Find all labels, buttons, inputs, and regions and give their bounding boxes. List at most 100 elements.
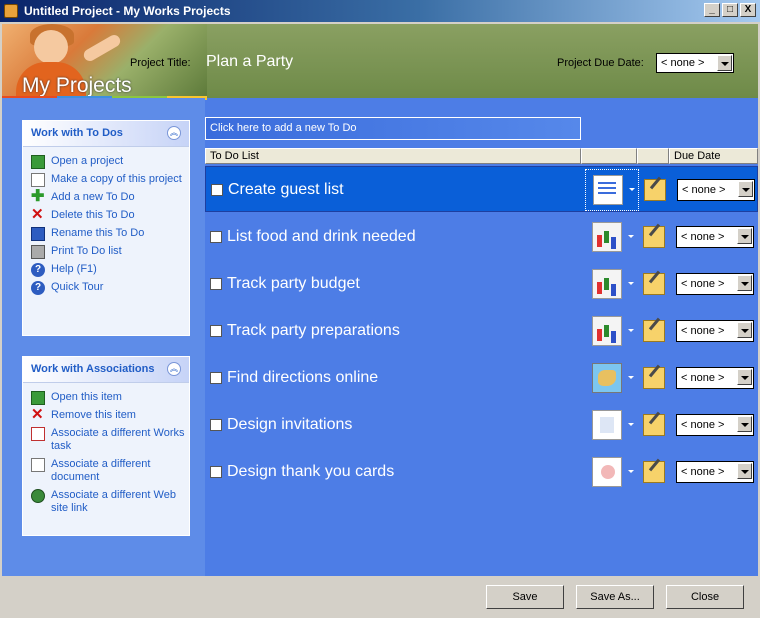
column-header-todo[interactable]: To Do List bbox=[205, 148, 581, 164]
delete-todo-label: Delete this To Do bbox=[51, 209, 135, 221]
todo-title[interactable]: Find directions online bbox=[227, 369, 378, 387]
chart-icon[interactable] bbox=[592, 222, 622, 252]
todo-row[interactable]: Design invitations < none > bbox=[205, 402, 758, 448]
todo-title[interactable]: Track party budget bbox=[227, 275, 360, 293]
todo-due-select[interactable]: < none > bbox=[676, 273, 754, 295]
todo-due-select[interactable]: < none > bbox=[676, 461, 754, 483]
new-todo-placeholder: Click here to add a new To Do bbox=[210, 122, 357, 134]
todo-due-select[interactable]: < none > bbox=[676, 226, 754, 248]
associate-document-label: Associate a different document bbox=[51, 458, 151, 483]
column-header-due[interactable]: Due Date bbox=[669, 148, 758, 164]
rename-todo-link[interactable]: Rename this To Do bbox=[23, 227, 189, 241]
todo-checkbox[interactable] bbox=[210, 372, 222, 384]
note-icon[interactable] bbox=[643, 367, 665, 389]
make-copy-link[interactable]: Make a copy of this project bbox=[23, 173, 189, 187]
new-todo-input[interactable]: Click here to add a new To Do bbox=[205, 117, 581, 140]
todo-row[interactable]: List food and drink needed < none > bbox=[205, 214, 758, 260]
associate-document-link[interactable]: Associate a different document bbox=[23, 458, 189, 484]
remove-icon: ✕ bbox=[31, 406, 44, 423]
chevron-down-icon[interactable] bbox=[628, 470, 634, 473]
project-title-value[interactable]: Plan a Party bbox=[206, 53, 293, 71]
title-bar[interactable]: Untitled Project - My Works Projects _ □… bbox=[0, 0, 760, 22]
todo-title[interactable]: Design thank you cards bbox=[227, 463, 394, 481]
open-project-link[interactable]: Open a project bbox=[23, 155, 189, 169]
minimize-button[interactable]: _ bbox=[704, 3, 720, 17]
todo-due-value: < none > bbox=[681, 466, 725, 478]
chevron-down-icon[interactable] bbox=[628, 329, 634, 332]
copy-icon bbox=[31, 173, 45, 187]
chart-icon[interactable] bbox=[592, 269, 622, 299]
note-icon[interactable] bbox=[643, 226, 665, 248]
todo-title[interactable]: Track party preparations bbox=[227, 322, 400, 340]
todo-title[interactable]: Create guest list bbox=[228, 181, 344, 199]
remove-item-link[interactable]: ✕ Remove this item bbox=[23, 406, 189, 423]
todo-title[interactable]: Design invitations bbox=[227, 416, 352, 434]
associate-task-link[interactable]: Associate a different Works task bbox=[23, 427, 189, 453]
save-as-button[interactable]: Save As... bbox=[576, 585, 654, 609]
add-todo-link[interactable]: ✚ Add a new To Do bbox=[23, 189, 189, 205]
help-icon: ? bbox=[31, 263, 45, 277]
todos-pane-title: Work with To Dos bbox=[31, 127, 123, 139]
help-link[interactable]: ? Help (F1) bbox=[23, 263, 189, 277]
todo-due-select[interactable]: < none > bbox=[676, 414, 754, 436]
chevron-down-icon[interactable] bbox=[737, 322, 752, 338]
chevron-down-icon[interactable] bbox=[628, 235, 634, 238]
print-list-link[interactable]: Print To Do list bbox=[23, 245, 189, 259]
chevron-down-icon[interactable] bbox=[737, 416, 752, 432]
chevron-down-icon[interactable] bbox=[737, 275, 752, 291]
todo-due-select[interactable]: < none > bbox=[676, 367, 754, 389]
associations-pane-header[interactable]: Work with Associations ︽ bbox=[23, 357, 189, 383]
collapse-icon[interactable]: ︽ bbox=[167, 126, 181, 140]
note-icon[interactable] bbox=[644, 179, 666, 201]
document-icon[interactable] bbox=[592, 410, 622, 440]
todo-row[interactable]: Design thank you cards < none > bbox=[205, 449, 758, 495]
chevron-down-icon[interactable] bbox=[629, 188, 635, 191]
note-icon[interactable] bbox=[643, 320, 665, 342]
todo-row[interactable]: Find directions online < none > bbox=[205, 355, 758, 401]
wizard-icon[interactable] bbox=[593, 175, 623, 205]
todo-checkbox[interactable] bbox=[210, 325, 222, 337]
todo-checkbox[interactable] bbox=[210, 419, 222, 431]
maximize-button[interactable]: □ bbox=[722, 3, 738, 17]
todos-pane-header[interactable]: Work with To Dos ︽ bbox=[23, 121, 189, 147]
map-icon[interactable] bbox=[592, 363, 622, 393]
todo-title[interactable]: List food and drink needed bbox=[227, 228, 416, 246]
chevron-down-icon[interactable] bbox=[737, 228, 752, 244]
chevron-down-icon[interactable] bbox=[738, 181, 753, 197]
close-window-button[interactable]: X bbox=[740, 3, 756, 17]
chevron-down-icon[interactable] bbox=[628, 423, 634, 426]
photo-face bbox=[34, 30, 68, 64]
todo-checkbox[interactable] bbox=[211, 184, 223, 196]
todo-row[interactable]: Track party budget < none > bbox=[205, 261, 758, 307]
todo-checkbox[interactable] bbox=[210, 231, 222, 243]
chart-icon[interactable] bbox=[592, 316, 622, 346]
note-icon[interactable] bbox=[643, 414, 665, 436]
save-button[interactable]: Save bbox=[486, 585, 564, 609]
open-item-link[interactable]: Open this item bbox=[23, 391, 189, 405]
delete-todo-link[interactable]: ✕ Delete this To Do bbox=[23, 207, 189, 222]
collapse-icon[interactable]: ︽ bbox=[167, 362, 181, 376]
chevron-down-icon[interactable] bbox=[628, 376, 634, 379]
close-button[interactable]: Close bbox=[666, 585, 744, 609]
todo-row[interactable]: Create guest list < none > bbox=[205, 166, 758, 212]
chevron-down-icon[interactable] bbox=[717, 55, 732, 71]
column-header-note[interactable] bbox=[637, 148, 669, 164]
project-due-date-select[interactable]: < none > bbox=[656, 53, 734, 73]
remove-item-label: Remove this item bbox=[51, 409, 136, 421]
note-icon[interactable] bbox=[643, 461, 665, 483]
note-icon[interactable] bbox=[643, 273, 665, 295]
todo-due-select[interactable]: < none > bbox=[676, 320, 754, 342]
todo-checkbox[interactable] bbox=[210, 278, 222, 290]
column-header-tool[interactable] bbox=[581, 148, 637, 164]
quick-tour-link[interactable]: ? Quick Tour bbox=[23, 281, 189, 295]
chevron-down-icon[interactable] bbox=[628, 282, 634, 285]
chevron-down-icon[interactable] bbox=[737, 369, 752, 385]
associate-web-link[interactable]: Associate a different Web site link bbox=[23, 489, 189, 515]
todo-due-select[interactable]: < none > bbox=[677, 179, 755, 201]
chevron-down-icon[interactable] bbox=[737, 463, 752, 479]
todo-row[interactable]: Track party preparations < none > bbox=[205, 308, 758, 354]
card-icon[interactable] bbox=[592, 457, 622, 487]
todo-checkbox[interactable] bbox=[210, 466, 222, 478]
project-due-date-label: Project Due Date: bbox=[557, 57, 644, 69]
associations-pane-title: Work with Associations bbox=[31, 363, 155, 375]
